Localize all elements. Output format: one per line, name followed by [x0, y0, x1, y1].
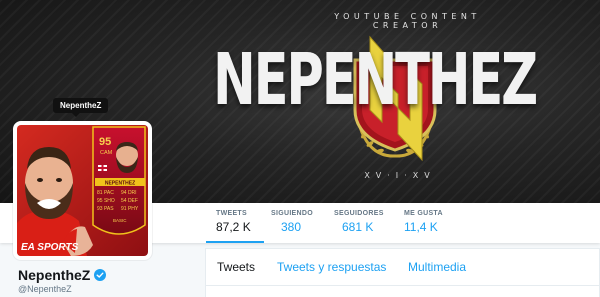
card-stat: 81 PAC [97, 190, 114, 196]
stat-label: ME GUSTA [404, 210, 443, 217]
profile-name[interactable]: NepentheZ [18, 267, 90, 283]
avatar[interactable]: 95 CAM NEPENTHEZ 81 PAC 95 SHO 93 PAS 94… [13, 121, 152, 260]
ea-sports-logo: EA SPORTS [21, 242, 79, 253]
card-stat: 94 DRI [121, 190, 137, 196]
stat-label: SIGUIENDO [271, 210, 313, 217]
profile-handle[interactable]: @NepentheZ [18, 284, 72, 294]
stat-value: 11,4 K [404, 220, 438, 234]
stat-value: 681 K [342, 220, 374, 234]
banner-title: NEPENTHEZ [213, 38, 538, 121]
twitter-profile-page: YOUTUBE CONTENT CREATOR NEPENTHEZ XV·I·X… [0, 0, 600, 297]
stat-followers[interactable]: SEGUIDORES 681 K [334, 203, 396, 243]
banner-date: XV·I·XV [364, 171, 436, 180]
verified-badge-icon [94, 269, 107, 281]
avatar-image: 95 CAM NEPENTHEZ 81 PAC 95 SHO 93 PAS 94… [17, 125, 148, 256]
stat-value: 380 [281, 220, 302, 234]
card-stat: 91 PHY [121, 206, 139, 212]
stat-tweets[interactable]: TWEETS 87,2 K [206, 203, 264, 243]
tab-tweets-replies[interactable]: Tweets y respuestas [277, 260, 386, 274]
profile-name-row: NepentheZ [18, 267, 107, 283]
card-stat: 95 SHO [97, 198, 115, 204]
card-stat: 54 DEF [121, 198, 138, 204]
card-rating: 95 [99, 136, 111, 148]
stat-label: SEGUIDORES [334, 210, 384, 217]
card-name: NEPENTHEZ [105, 181, 135, 187]
card-position: CAM [100, 150, 113, 156]
timeline-tabs: Tweets Tweets y respuestas Multimedia [205, 248, 600, 297]
stat-value: 87,2 K [216, 220, 251, 234]
stat-likes[interactable]: ME GUSTA 11,4 K [404, 203, 462, 243]
tab-media[interactable]: Multimedia [408, 260, 466, 274]
card-stat: 93 PAS [97, 206, 114, 212]
tab-tweets[interactable]: Tweets [217, 260, 255, 274]
banner-tagline: YOUTUBE CONTENT CREATOR [334, 12, 481, 30]
avatar-tooltip: NepentheZ [53, 98, 109, 117]
stat-label: TWEETS [216, 210, 247, 217]
card-chemistry: BASIC [113, 218, 127, 223]
stat-following[interactable]: SIGUIENDO 380 [271, 203, 329, 243]
